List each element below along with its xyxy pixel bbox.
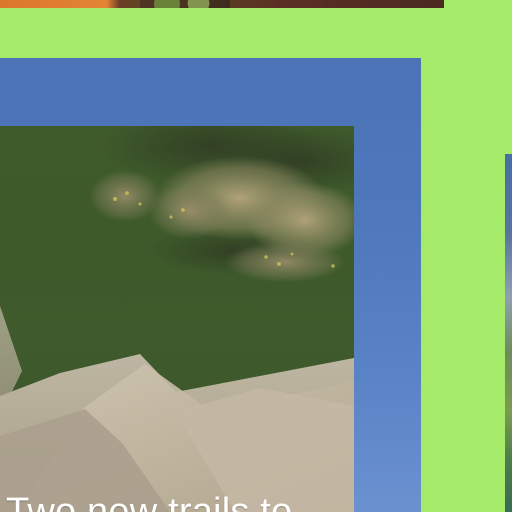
top-story-thumbnail[interactable] (0, 0, 444, 8)
next-story-card[interactable] (505, 154, 512, 512)
story-caption: Two new trails to (6, 491, 293, 512)
story-image[interactable]: Two new trails to (0, 126, 354, 512)
feed-page: Two new trails to (0, 0, 512, 512)
landscape-photo-icon (0, 126, 354, 512)
